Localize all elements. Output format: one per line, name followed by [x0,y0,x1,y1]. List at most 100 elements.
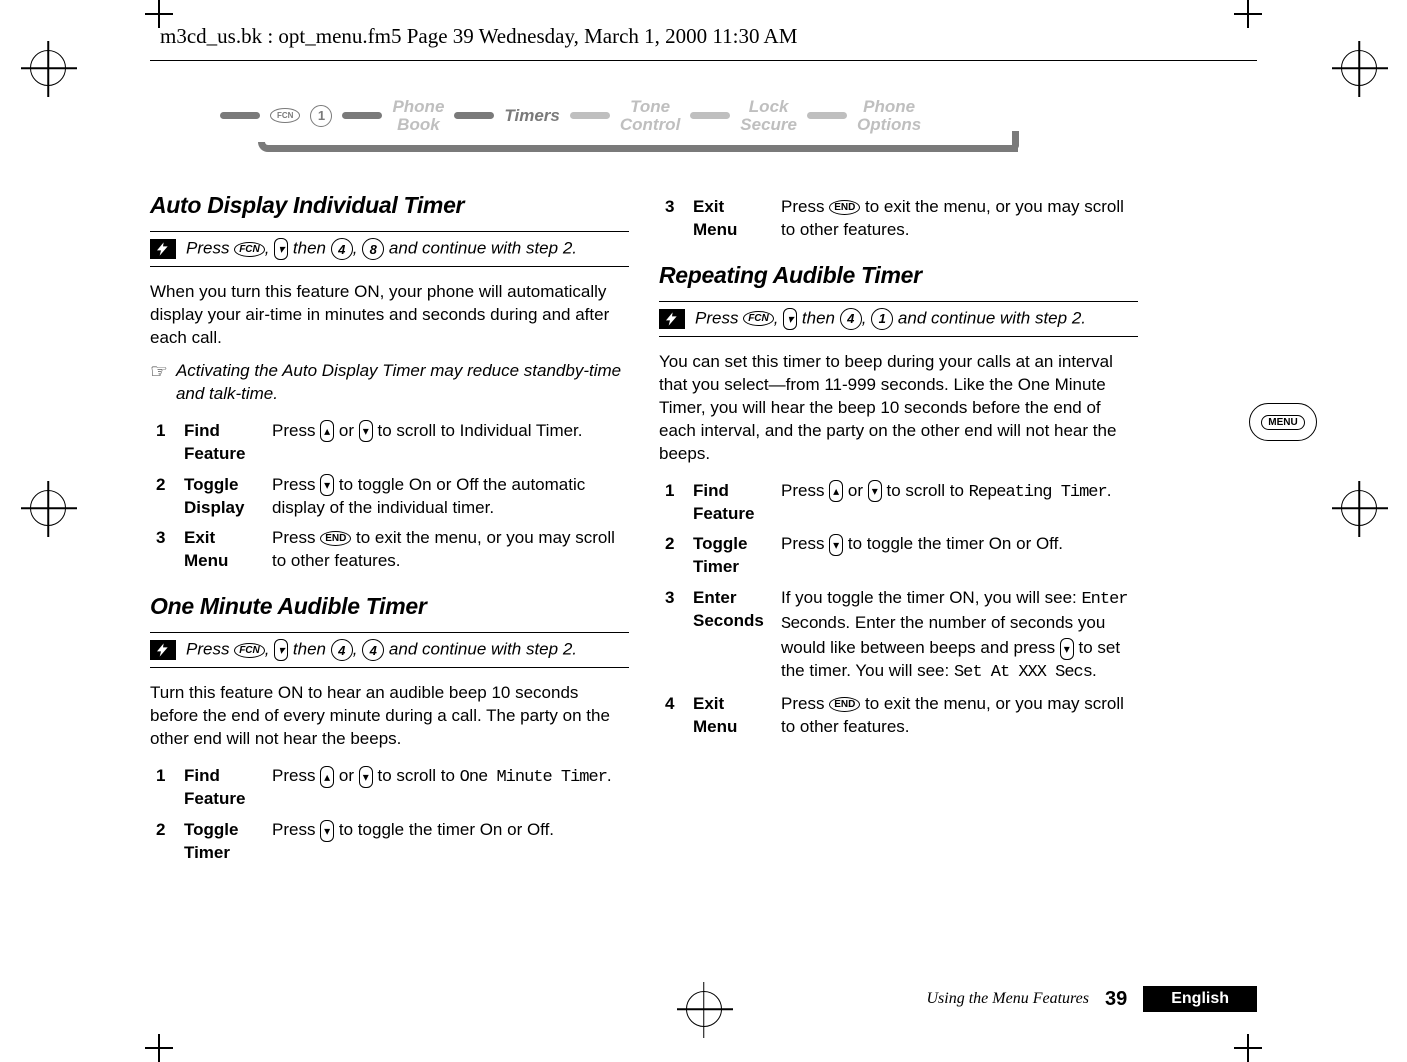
nav-connector-icon [342,112,382,119]
crop-mark-bottom-right [1234,1034,1262,1062]
step-label: Toggle Timer [687,529,775,583]
menu-nav-strip: FCN 1 Phone Book Timers Tone Control Loc… [220,98,1080,160]
step-text: Press [272,528,320,547]
registration-mark-icon [30,50,66,86]
sc-text: Press [186,640,234,659]
step-label: Find Feature [178,761,266,815]
paragraph-one-minute: Turn this feature ON to hear an audible … [150,682,629,751]
fcn-key-icon: FCN [234,242,265,257]
step-number: 1 [150,761,178,815]
down-arrow-key-icon: ▾ [274,238,288,260]
step-row: 1 Find Feature Press ▴ or ▾ to scroll to… [150,761,629,815]
nav-item-lock-secure: Lock Secure [740,98,797,134]
step-text: to scroll to [373,766,460,785]
note-hand-icon: ☞ [150,359,168,406]
key-8-icon: 8 [362,238,384,260]
step-text: Press [781,534,829,553]
step-row: 1 Find Feature Press ▴ or ▾ to scroll to… [150,416,629,470]
step-text: Press [272,475,320,494]
end-key-icon: END [829,200,860,215]
heading-auto-display: Auto Display Individual Timer [150,192,629,219]
step-text: . [1092,661,1097,680]
steps-repeating: 1 Find Feature Press ▴ or ▾ to scroll to… [659,476,1138,743]
heading-one-minute: One Minute Audible Timer [150,593,629,620]
sc-text: , [862,308,871,327]
step-body: Press ▾ to toggle the timer On or Off. [266,815,629,869]
step-body: Press ▴ or ▾ to scroll to One Minute Tim… [266,761,629,815]
step-row: 1 Find Feature Press ▴ or ▾ to scroll to… [659,476,1138,530]
lcd-text: Set At XXX Secs [954,663,1092,682]
registration-mark-icon [1341,50,1377,86]
step-text: Press [272,820,320,839]
header-rule [150,60,1257,61]
lightning-icon [659,309,685,329]
down-arrow-key-icon: ▾ [359,420,373,442]
paragraph-repeating: You can set this timer to beep during yo… [659,351,1138,466]
step-text: to toggle the timer On or Off. [334,820,554,839]
shortcut-text: Press FCN, ▾ then 4, 4 and continue with… [186,639,577,661]
step-label: Exit Menu [687,192,775,246]
step-number: 4 [659,689,687,743]
sc-text: and continue with step 2. [893,308,1086,327]
header-slug: m3cd_us.bk : opt_menu.fm5 Page 39 Wednes… [160,24,797,49]
heading-repeating: Repeating Audible Timer [659,262,1138,289]
one-key-icon: 1 [310,105,332,127]
nav-connector-icon [690,112,730,119]
registration-mark-icon [1341,490,1377,526]
step-text: to scroll to [882,481,969,500]
nav-item-tone-control: Tone Control [620,98,680,134]
step-label: Toggle Display [178,470,266,524]
step-text: If you toggle the timer ON, you will see… [781,588,1081,607]
step-body: Press END to exit the menu, or you may s… [266,523,629,577]
key-1-icon: 1 [871,308,893,330]
step-number: 1 [150,416,178,470]
crop-mark-bottom-left [145,1034,173,1062]
crop-mark-top-right [1234,0,1262,28]
note-auto-display: ☞ Activating the Auto Display Timer may … [150,360,629,406]
step-number: 2 [659,529,687,583]
step-number: 1 [659,476,687,530]
sc-text: , [353,238,362,257]
paragraph-auto-display: When you turn this feature ON, your phon… [150,281,629,350]
shortcut-repeating: Press FCN, ▾ then 4, 1 and continue with… [659,301,1138,337]
nav-item-phone-book: Phone Book [392,98,444,134]
step-text: or [843,481,868,500]
fcn-key-icon: FCN [270,108,300,123]
page-footer: Using the Menu Features 39 English [926,986,1257,1012]
shortcut-auto-display: Press FCN, ▾ then 4, 8 and continue with… [150,231,629,267]
step-label: Find Feature [178,416,266,470]
menu-side-tab: MENU [1249,403,1317,441]
down-arrow-key-icon: ▾ [868,480,882,502]
right-column: 3 Exit Menu Press END to exit the menu, … [659,192,1138,885]
step-text: . [607,766,612,785]
step-body: Press END to exit the menu, or you may s… [775,192,1138,246]
sc-text: and continue with step 2. [384,640,577,659]
sc-text: Press [186,238,234,257]
registration-mark-icon [686,991,722,1027]
nav-connector-icon [220,112,260,119]
step-label: Exit Menu [178,523,266,577]
shortcut-one-minute: Press FCN, ▾ then 4, 4 and continue with… [150,632,629,668]
steps-one-minute: 1 Find Feature Press ▴ or ▾ to scroll to… [150,761,629,869]
sc-text: then [797,308,840,327]
lcd-text: One Minute Timer [460,768,607,787]
step-body: Press END to exit the menu, or you may s… [775,689,1138,743]
nav-connector-icon [570,112,610,119]
down-arrow-key-icon: ▾ [1060,638,1074,660]
sc-text: , [265,640,274,659]
step-number: 2 [150,815,178,869]
sc-text: then [288,238,331,257]
footer-language-badge: English [1143,986,1257,1012]
down-arrow-key-icon: ▾ [783,308,797,330]
step-text: Press [272,766,320,785]
step-row: 2 Toggle Timer Press ▾ to toggle the tim… [659,529,1138,583]
step-body: Press ▾ to toggle the timer On or Off. [775,529,1138,583]
footer-section-title: Using the Menu Features [926,990,1088,1008]
step-text: Press [272,421,320,440]
footer-page-number: 39 [1105,988,1127,1011]
shortcut-text: Press FCN, ▾ then 4, 1 and continue with… [695,308,1086,330]
nav-item-phone-options: Phone Options [857,98,921,134]
key-4-icon: 4 [362,639,384,661]
step-text: Press [781,481,829,500]
end-key-icon: END [829,697,860,712]
